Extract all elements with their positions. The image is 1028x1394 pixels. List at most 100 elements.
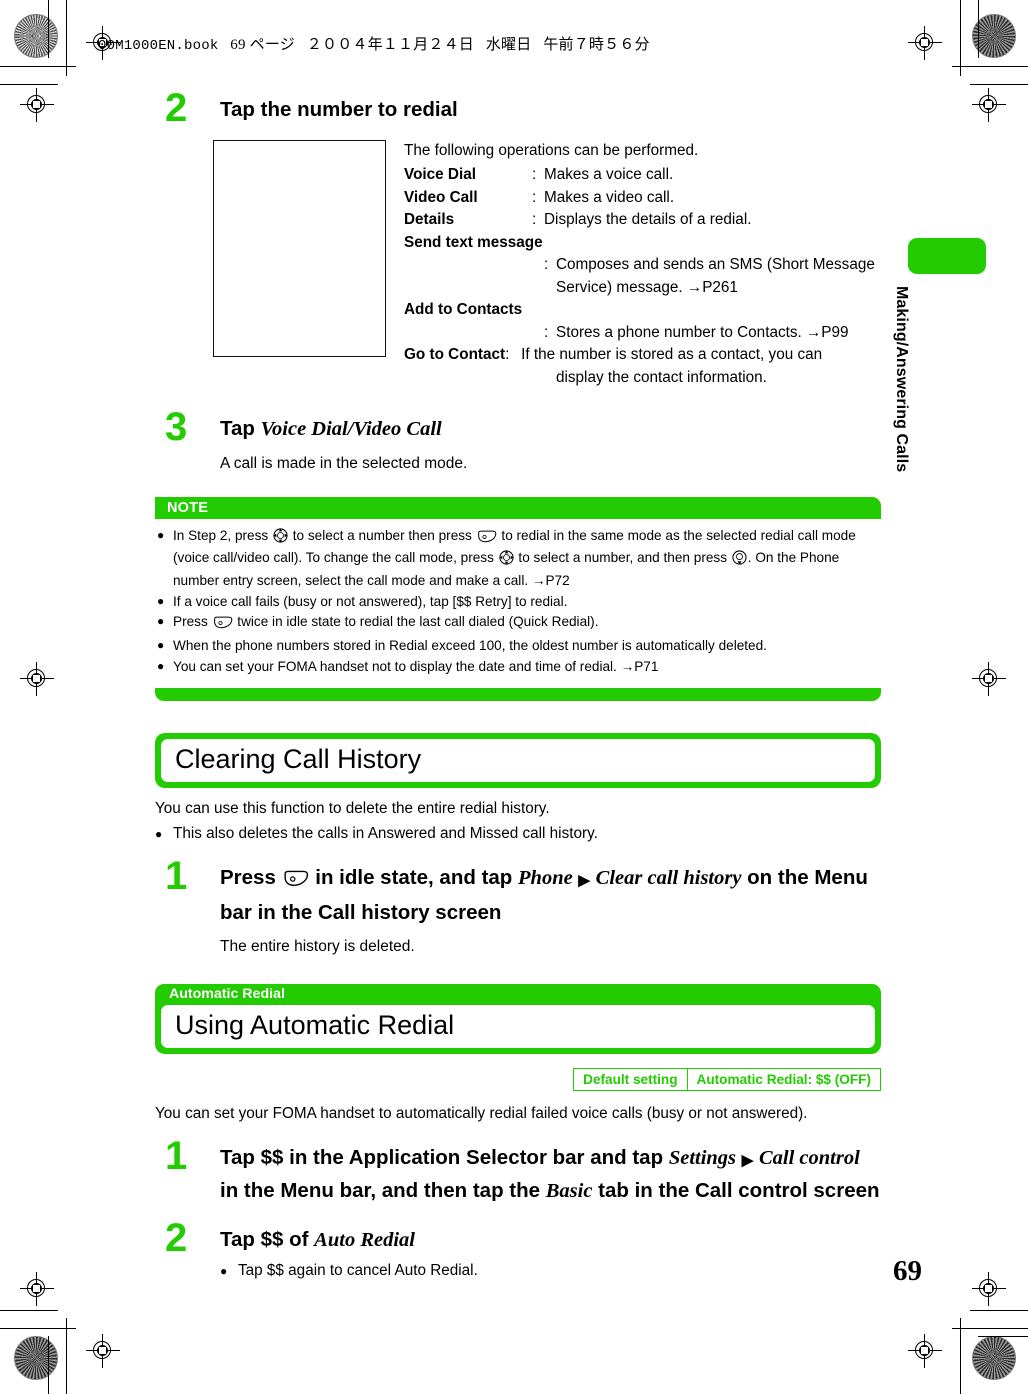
definition-item-add-to-contacts-desc: : Stores a phone number to Contacts. →P9… xyxy=(544,322,881,344)
registration-burst-bottom-right xyxy=(972,1336,1016,1380)
registration-target-upper-right xyxy=(972,88,1006,122)
registration-target-lower-right xyxy=(972,1272,1006,1306)
step-text-italic: Basic xyxy=(545,1179,593,1202)
definition-colon: : xyxy=(532,211,537,229)
section-auto-redial-intro: You can set your FOMA handset to automat… xyxy=(155,1105,808,1123)
dpad-down-key-icon xyxy=(732,550,747,570)
crop-line-bottom-right-h xyxy=(952,1328,1028,1330)
note-text-part: to select a number, and then press xyxy=(514,550,731,566)
section-clearing-call-history: Clearing Call History xyxy=(155,732,881,788)
header-filename: 00M1000EN.book xyxy=(98,38,219,54)
clearing-step-1-title: Press in idle state, and tap Phone ▶ Cle… xyxy=(220,862,881,929)
step-text-italic: Settings xyxy=(668,1147,737,1169)
step-text-part: in idle state, and tap xyxy=(309,866,519,890)
bullet-text-italic: Auto Redial. xyxy=(394,1262,478,1280)
section-clearing-bullet: ● This also deletes the calls in Answere… xyxy=(155,823,881,846)
note-item: ● You can set your FOMA handset not to d… xyxy=(157,657,879,676)
definition-colon: : xyxy=(544,256,549,274)
bullet-icon: ● xyxy=(157,528,165,543)
definition-item-add-to-contacts: Add to Contacts xyxy=(404,299,881,321)
call-send-key-icon xyxy=(213,615,233,634)
crop-line-bottom-right-h2 xyxy=(970,1310,1028,1312)
step-text-part: in the Menu bar, and then tap the xyxy=(220,1178,546,1202)
note-text: When the phone numbers stored in Redial … xyxy=(173,638,767,654)
dpad-key-icon xyxy=(499,550,514,570)
crop-line-top-left-h2 xyxy=(0,84,58,86)
definition-item-send-text-message-desc: : Composes and sends an SMS (Short Messa… xyxy=(544,254,881,276)
definition-item-details: Details : Displays the details of a redi… xyxy=(404,209,881,231)
note-text-part: to select a number then press xyxy=(289,528,476,544)
note-text-part: twice in idle state to redial the last c… xyxy=(233,614,599,630)
definition-item-send-text-message: Send text message xyxy=(404,232,881,254)
crop-line-bottom-left-v xyxy=(66,1318,68,1394)
bullet-icon: ● xyxy=(155,827,163,842)
definition-desc: Displays the details of a redial. xyxy=(544,211,752,229)
bullet-text-part: Tap $$ again to cancel xyxy=(238,1262,395,1280)
clearing-step-1: 1 Press in idle state, and tap Phone ▶ C… xyxy=(155,856,881,958)
section-heading-title: Using Automatic Redial xyxy=(161,1005,875,1049)
crop-line-bottom-right-v xyxy=(960,1318,962,1394)
step-3-title: Tap Voice Dial/Video Call xyxy=(220,413,881,446)
clearing-step-1-body: The entire history is deleted. xyxy=(220,937,415,955)
default-setting-label: Default setting xyxy=(583,1071,678,1087)
step-2: 2 Tap the number to redial xyxy=(155,88,881,128)
definition-item-go-to-contact: Go to Contact : If the number is stored … xyxy=(404,344,881,366)
default-setting-row: Default setting Automatic Redial: $$ (OF… xyxy=(155,1068,881,1092)
definition-term: Go to Contact xyxy=(404,346,506,364)
definition-term: Add to Contacts xyxy=(404,301,523,319)
chapter-label: Making/Answering Calls xyxy=(893,286,910,473)
step-text-italic: Auto Redial xyxy=(314,1228,415,1251)
definition-term: Details xyxy=(404,211,455,229)
definition-intro: The following operations can be performe… xyxy=(404,141,699,159)
definition-desc-cont: Service) message. →P261 xyxy=(556,278,738,296)
arrow-right-icon: ▶ xyxy=(578,872,590,890)
section-heading-title: Clearing Call History xyxy=(161,738,875,782)
crop-line-top-right-v2 xyxy=(978,0,980,58)
definition-term: Video Call xyxy=(404,188,478,206)
step-text-part: Tap $$ of xyxy=(220,1227,315,1251)
header-weekday: 水曜日 xyxy=(485,37,532,53)
auto-redial-step-1-title: Tap $$ in the Application Selector bar a… xyxy=(220,1142,881,1208)
definition-colon: : xyxy=(532,166,537,184)
step-text-italic: Clear call history xyxy=(595,867,742,890)
auto-redial-step-2-bullet-row: ● Tap $$ again to cancel Auto Redial. xyxy=(220,1260,881,1283)
bullet-icon: ● xyxy=(157,638,165,653)
header-page-label: 69 ページ xyxy=(230,37,295,53)
auto-redial-step-1: 1 Tap $$ in the Application Selector bar… xyxy=(155,1136,881,1208)
note-body: ● In Step 2, press to select a number th… xyxy=(155,519,881,684)
definition-desc: Composes and sends an SMS (Short Message xyxy=(556,256,875,274)
definition-desc: If the number is stored as a contact, yo… xyxy=(521,346,823,364)
bullet-icon: ● xyxy=(157,593,165,608)
registration-target-bottom-right xyxy=(908,1334,942,1368)
step-text-part: Tap $$ in the Application Selector bar a… xyxy=(220,1146,669,1169)
step-2-figure-row: The following operations can be performe… xyxy=(213,139,881,389)
crop-line-bottom-left-h2 xyxy=(0,1310,58,1312)
page-content: 2 Tap the number to redial The following… xyxy=(155,88,881,1283)
registration-target-lower-left xyxy=(20,1272,54,1306)
section-clearing-intro: You can use this function to delete the … xyxy=(155,799,550,817)
bullet-icon: ● xyxy=(157,658,165,673)
definition-desc: Makes a voice call. xyxy=(544,166,674,184)
definition-desc: Makes a video call. xyxy=(544,188,675,206)
step-3-number: 3 xyxy=(165,405,188,450)
note-item: ● In Step 2, press to select a number th… xyxy=(157,526,879,590)
auto-redial-step-2-bullet-text: Tap $$ again to cancel Auto Redial. xyxy=(238,1260,478,1283)
step-2-number: 2 xyxy=(165,86,188,130)
header-time: 午前７時５６分 xyxy=(543,37,650,53)
note-text: If a voice call fails (busy or not answe… xyxy=(173,593,568,609)
crop-line-bottom-right-v2 xyxy=(978,1336,1028,1338)
registration-target-mid-left xyxy=(20,662,54,696)
bullet-icon: ● xyxy=(157,614,165,629)
step-3: 3 Tap Voice Dial/Video Call A call is ma… xyxy=(155,407,881,475)
chapter-tab-marker xyxy=(908,238,986,274)
note-footer-bar xyxy=(155,687,881,701)
section-heading-frame: Clearing Call History xyxy=(155,732,881,788)
section-clearing-bullet-text: This also deletes the calls in Answered … xyxy=(173,825,598,843)
step-3-body: A call is made in the selected mode. xyxy=(220,454,468,472)
note-box: NOTE ● In Step 2, press to select a numb… xyxy=(155,497,881,701)
note-text-part: In Step 2, press xyxy=(173,528,272,544)
note-text: Press twice in idle state to redial the … xyxy=(173,612,879,634)
registration-target-mid-right xyxy=(972,662,1006,696)
definition-colon: : xyxy=(544,323,549,341)
step-3-title-italic: Voice Dial/Video Call xyxy=(260,418,442,441)
